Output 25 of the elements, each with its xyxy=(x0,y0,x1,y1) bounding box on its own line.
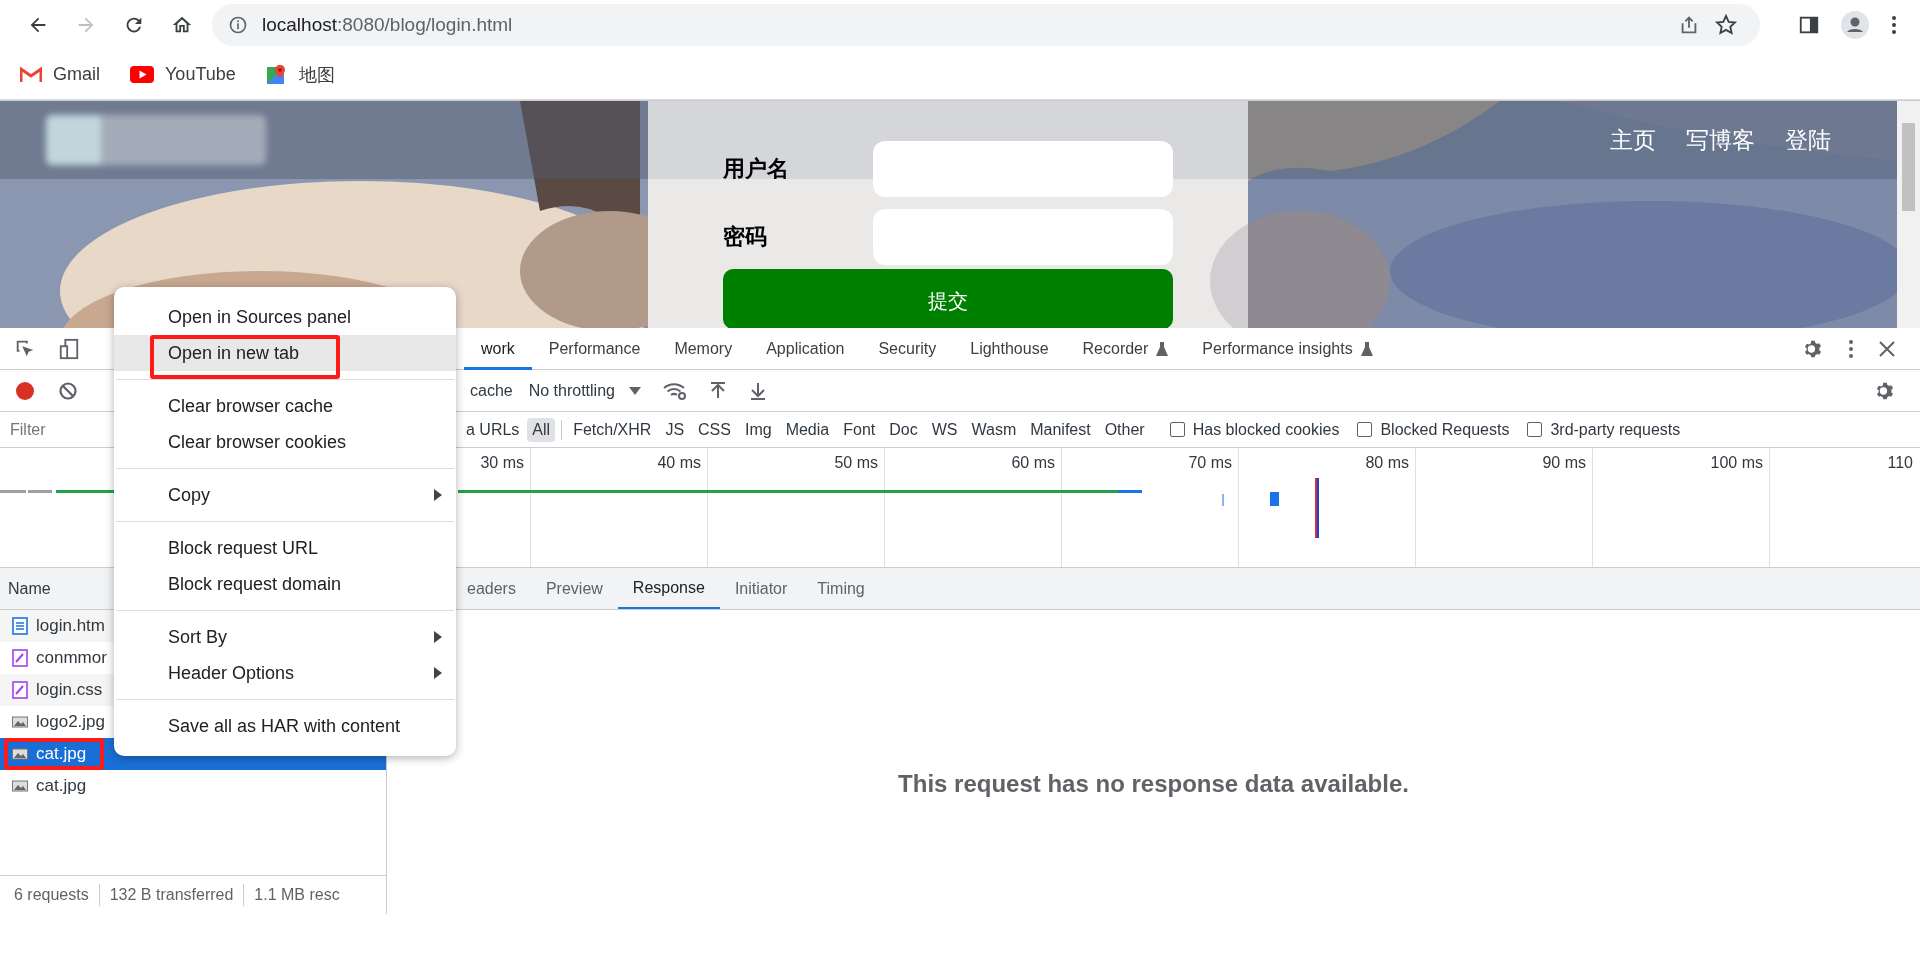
time-tick-label: 90 ms xyxy=(1542,454,1586,471)
field-label: 密码 xyxy=(723,223,768,251)
time-tick-label: 110 xyxy=(1887,454,1913,471)
time-tick-label: 70 ms xyxy=(1188,454,1232,471)
request-name: login.css xyxy=(36,680,103,700)
time-tick-label: 100 ms xyxy=(1710,454,1763,471)
field-label: 用户名 xyxy=(723,155,790,183)
checkbox-label: 3rd-party requests xyxy=(1550,420,1681,439)
request-name: cat.jpg xyxy=(36,744,87,764)
status-text: 6 requests xyxy=(14,886,89,904)
time-tick-label: 50 ms xyxy=(834,454,878,471)
request-name: logo2.jpg xyxy=(36,712,105,732)
time-tick-label: 40 ms xyxy=(657,454,701,471)
checkbox-label: Has blocked cookies xyxy=(1192,420,1340,439)
status-text: 1.1 MB resc xyxy=(254,886,340,904)
status-text: 132 B transferred xyxy=(109,886,234,904)
checkbox-label: Blocked Requests xyxy=(1380,420,1510,439)
request-name: cat.jpg xyxy=(36,776,87,796)
empty-message: This request has no response data available. xyxy=(898,770,1409,799)
time-tick-label: 30 ms xyxy=(480,454,524,471)
time-tick-label: 80 ms xyxy=(1365,454,1409,471)
request-name: conmmor xyxy=(36,648,107,668)
request-name: login.htm xyxy=(36,616,105,636)
time-tick-label: 60 ms xyxy=(1011,454,1055,471)
url-text: localhost:8080/blog/login.html xyxy=(262,14,513,36)
